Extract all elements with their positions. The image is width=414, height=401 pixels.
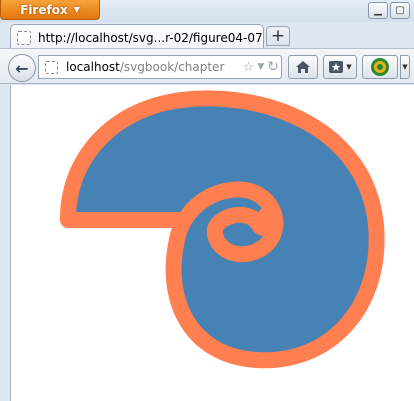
spiral-shape <box>59 90 385 369</box>
home-icon <box>296 61 310 73</box>
navigation-toolbar: localhost/svgbook/chapter ☆ ▼ ↻ ← ▼ ▼ <box>0 48 414 84</box>
url-host: localhost <box>66 60 120 74</box>
back-button[interactable]: ← <box>8 54 36 82</box>
url-path: /svgbook/chapter <box>119 60 225 74</box>
minimize-icon: ▁ <box>374 5 382 16</box>
site-identity-icon[interactable] <box>45 60 58 74</box>
addon-button[interactable] <box>362 55 398 79</box>
home-button[interactable] <box>288 55 318 79</box>
spiral-figure <box>59 90 385 369</box>
bookmarks-icon <box>329 61 344 73</box>
addon-icon <box>371 58 389 76</box>
new-tab-button[interactable]: + <box>266 26 290 46</box>
url-text: localhost/svgbook/chapter <box>66 60 224 74</box>
firefox-menu-button[interactable]: Firefox ▼ <box>0 0 100 20</box>
window-controls: ▁ ▢ <box>368 2 410 19</box>
tab-title: http://localhost/svg...r-02/figure04-07.… <box>38 30 264 45</box>
url-bar[interactable]: localhost/svgbook/chapter ☆ ▼ ↻ <box>38 55 282 79</box>
chevron-down-icon: ▼ <box>346 63 352 71</box>
star-icon[interactable]: ☆ <box>243 60 255 75</box>
tab-figure04-07[interactable]: http://localhost/svg...r-02/figure04-07.… <box>10 24 264 50</box>
firefox-menu-label: Firefox <box>20 2 68 17</box>
tab-strip: http://localhost/svg...r-02/figure04-07.… <box>0 22 414 50</box>
maximize-icon: ▢ <box>395 5 405 16</box>
window-title-bar: Firefox ▼ ▁ ▢ <box>0 0 414 22</box>
arrow-left-icon: ← <box>15 58 29 78</box>
chevron-down-icon: ▼ <box>73 5 80 14</box>
plus-icon: + <box>270 25 286 46</box>
page-icon <box>17 30 31 45</box>
minimize-button[interactable]: ▁ <box>368 2 388 19</box>
page-content <box>10 85 414 401</box>
dropdown-arrow-icon[interactable]: ▼ <box>257 62 264 72</box>
chevron-down-icon: ▼ <box>402 63 408 71</box>
url-bar-actions: ☆ ▼ ↻ <box>239 56 279 78</box>
addon-menu-button[interactable]: ▼ <box>400 55 410 79</box>
bookmarks-menu-button[interactable]: ▼ <box>323 55 357 79</box>
maximize-button[interactable]: ▢ <box>390 2 410 19</box>
reload-icon[interactable]: ↻ <box>267 59 279 75</box>
